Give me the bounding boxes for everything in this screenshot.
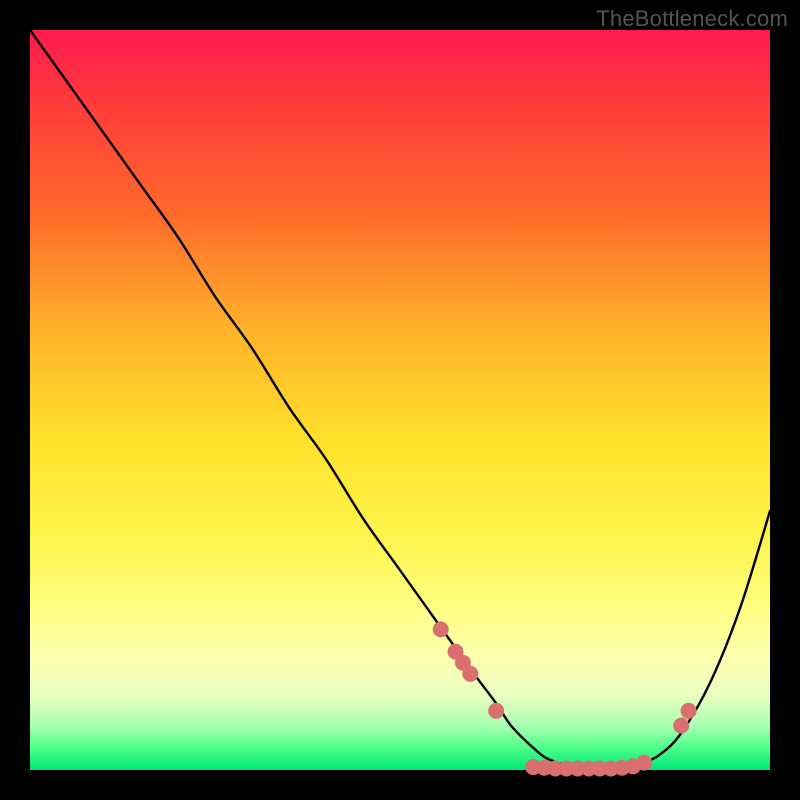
curve-marker [681,703,697,719]
watermark-text: TheBottleneck.com [596,6,788,32]
curve-marker [462,666,478,682]
curve-marker [488,703,504,719]
curve-marker [433,621,449,637]
curve-marker [636,755,652,771]
bottleneck-curve-line [30,30,770,769]
chart-plot-area [30,30,770,770]
curve-marker [673,718,689,734]
curve-marker-group [433,621,697,776]
chart-svg [30,30,770,770]
